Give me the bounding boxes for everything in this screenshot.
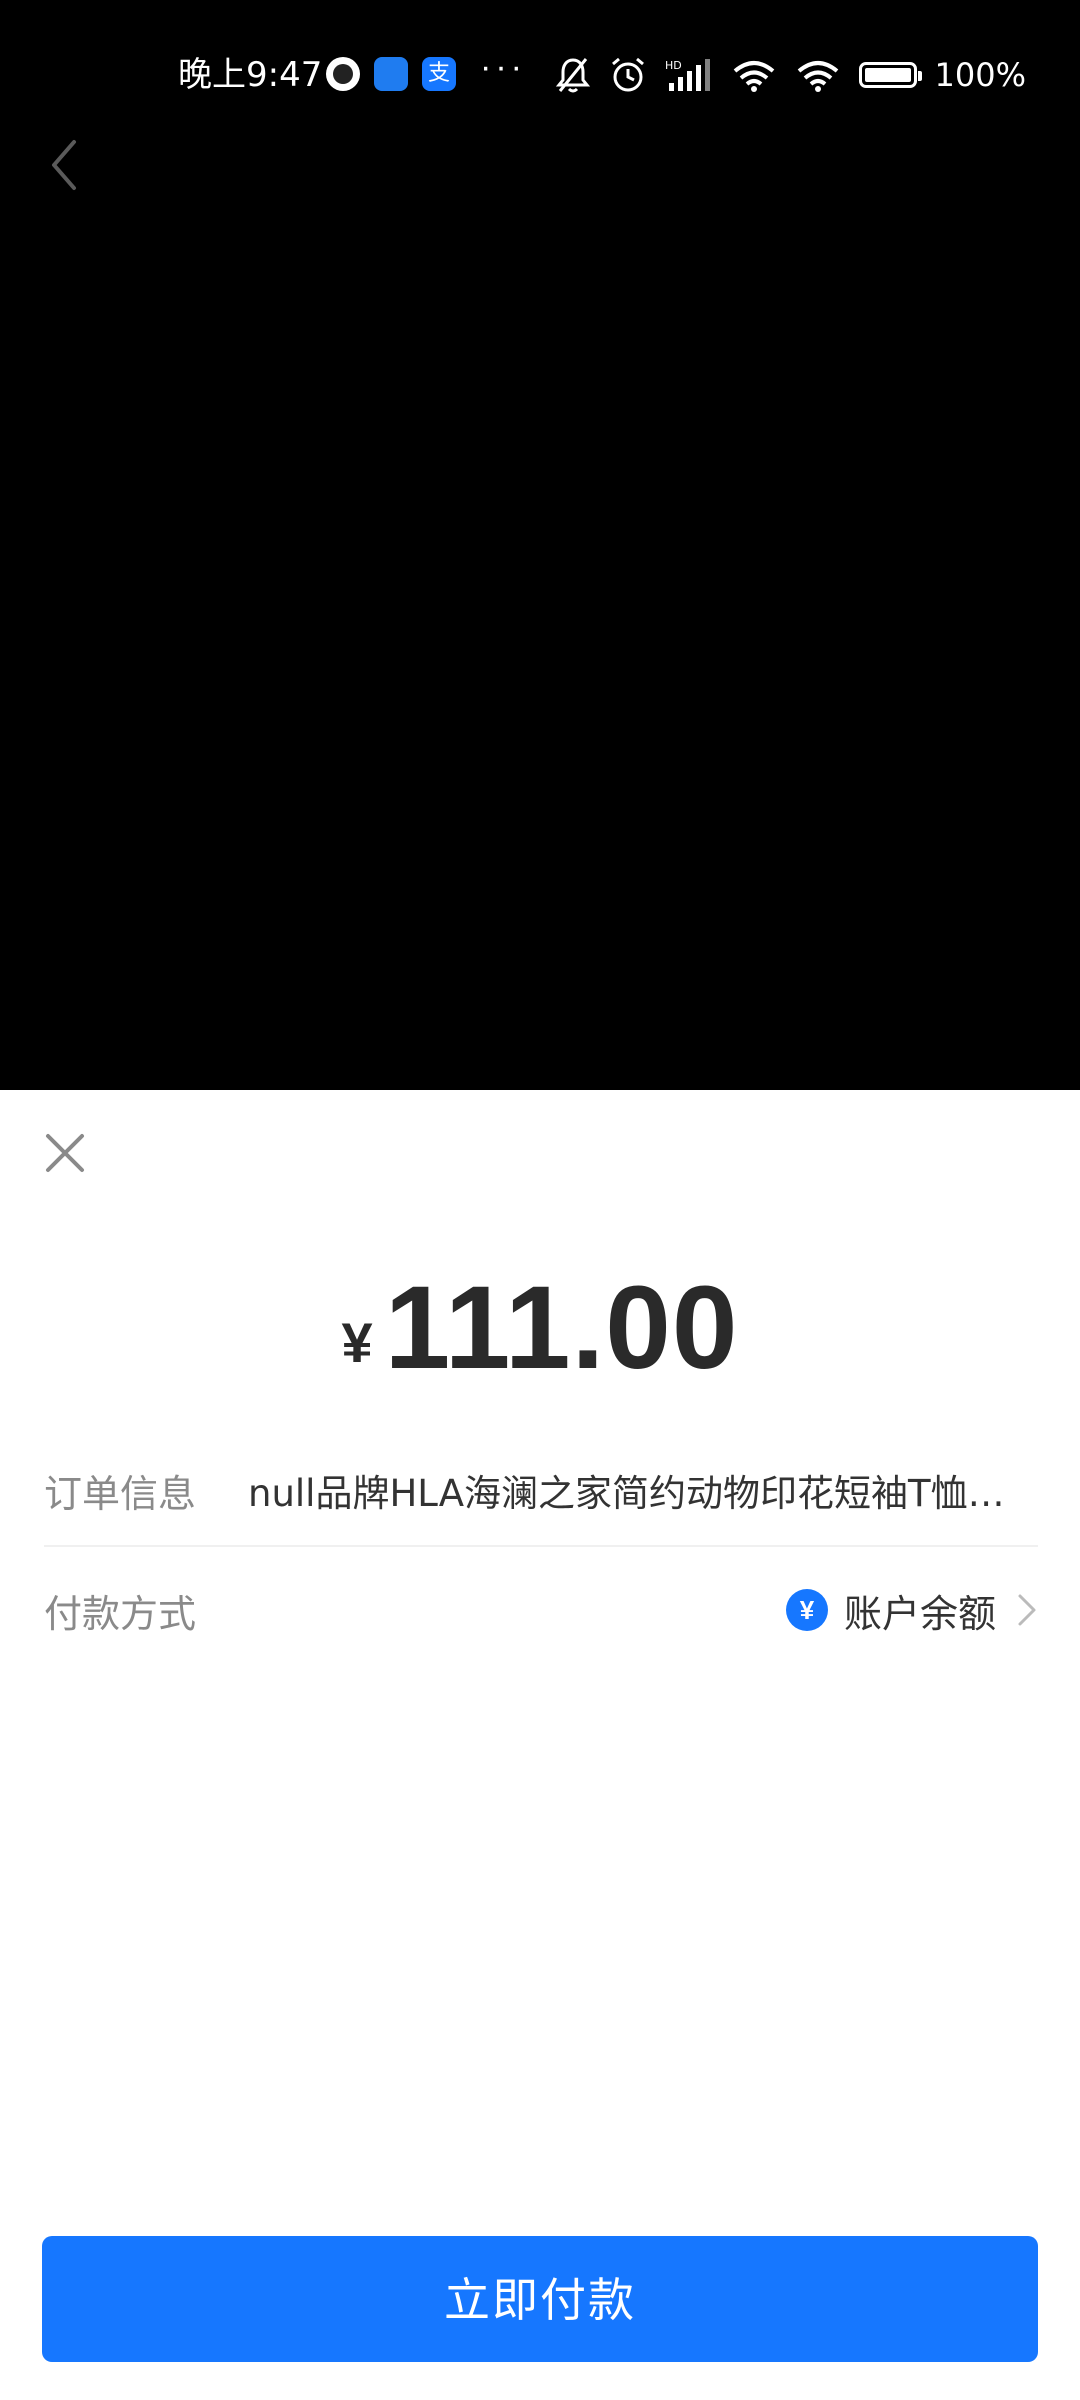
chevron-right-icon (1018, 1594, 1036, 1626)
status-right-icons: HD 100% (555, 50, 1026, 100)
payment-method-label: 付款方式 (44, 1591, 197, 1636)
camera-app-icon (326, 57, 360, 91)
alarm-icon (611, 57, 644, 92)
wifi-icon (733, 61, 774, 92)
status-time: 晚上9:47 (178, 55, 323, 95)
currency-symbol: ¥ (341, 1311, 373, 1374)
battery-percent: 100% (934, 56, 1026, 94)
alipay-app-icon: 支 (422, 57, 456, 91)
pay-now-button[interactable]: 立即付款 (42, 2236, 1038, 2362)
mute-icon (555, 58, 590, 93)
payment-method-selector[interactable]: ¥ 账户余额 (785, 1583, 1038, 1638)
balance-icon: ¥ (785, 1589, 828, 1631)
signal-icon: HD (665, 59, 710, 91)
battery-icon (858, 62, 922, 88)
wifi-icon-2 (797, 61, 838, 92)
more-notifications-icon: ··· (480, 48, 526, 86)
amount-value: 111.00 (384, 1262, 739, 1394)
order-info-label: 订单信息 (44, 1471, 197, 1516)
chevron-left-icon[interactable] (40, 130, 90, 200)
close-icon[interactable] (40, 1128, 90, 1178)
status-bar: 晚上9:47 支 ··· HD 100% (0, 0, 1080, 150)
autohome-app-icon (374, 57, 408, 91)
payment-amount: ¥111.00 (0, 1260, 1080, 1396)
payment-method-value: 账户余额 (843, 1591, 996, 1636)
svg-text:HD: HD (665, 59, 682, 72)
payment-sheet: ¥111.00 订单信息 null品牌HLA海澜之家简约动物印花短袖T恤男夏季新… (0, 1090, 1080, 2400)
payment-method-row[interactable]: 付款方式 ¥ 账户余额 (44, 1555, 1038, 1665)
order-info-value: null品牌HLA海澜之家简约动物印花短袖T恤男夏季新款透气运动休闲 (248, 1472, 1038, 1515)
order-info-row: 订单信息 null品牌HLA海澜之家简约动物印花短袖T恤男夏季新款透气运动休闲 (44, 1435, 1038, 1547)
